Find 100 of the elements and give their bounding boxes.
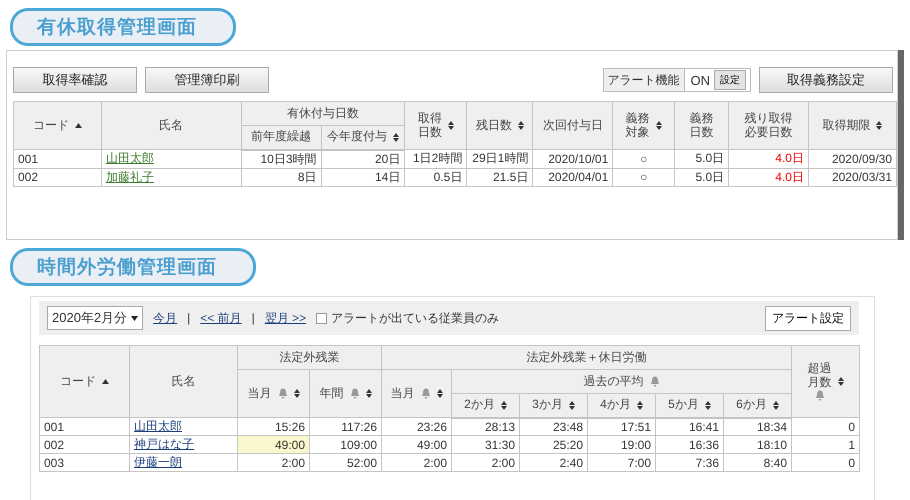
sort-icon[interactable] bbox=[656, 121, 662, 130]
table-cell: 001 bbox=[40, 418, 130, 436]
alert-label: アラート機能 bbox=[604, 69, 684, 91]
column-header[interactable]: 残日数 bbox=[466, 102, 533, 150]
column-header: 過去の平均 bbox=[452, 370, 792, 394]
column-header: 氏名 bbox=[101, 102, 242, 150]
employee-name-link[interactable]: 山田太郎 bbox=[106, 151, 154, 166]
table-cell: 109:00 bbox=[310, 436, 382, 454]
table-cell: 1 bbox=[792, 436, 860, 454]
column-header[interactable]: 年間 bbox=[310, 370, 382, 418]
table-cell: 49:00 bbox=[238, 436, 310, 454]
table-cell: 49:00 bbox=[382, 436, 452, 454]
table-cell: 2:00 bbox=[382, 454, 452, 472]
table-cell: 001 bbox=[14, 150, 102, 168]
column-header: 残り取得 必要日数 bbox=[728, 102, 808, 150]
table-cell: 18:10 bbox=[724, 436, 792, 454]
column-header[interactable]: コード bbox=[40, 346, 130, 418]
sort-icon[interactable] bbox=[636, 400, 643, 410]
column-header[interactable]: 超過 月数 bbox=[792, 346, 860, 418]
table-cell: 2020/04/01 bbox=[532, 168, 613, 186]
sort-icon[interactable] bbox=[876, 120, 882, 130]
table-cell: 31:30 bbox=[452, 436, 520, 454]
column-header[interactable]: 当月 bbox=[382, 370, 452, 418]
table-cell: 14日 bbox=[321, 168, 405, 186]
sort-ascending-icon[interactable] bbox=[102, 378, 109, 384]
table-cell: 2020/03/31 bbox=[808, 168, 896, 186]
table-cell: 4.0日 bbox=[728, 168, 808, 186]
checkbox-label: アラートが出ている従業員のみ bbox=[331, 310, 500, 326]
table-cell: 5.0日 bbox=[674, 150, 729, 168]
column-header[interactable]: 3か月 bbox=[520, 394, 588, 418]
column-header[interactable]: 4か月 bbox=[588, 394, 656, 418]
table-cell: 2:00 bbox=[452, 454, 520, 472]
table-cell: 2:00 bbox=[238, 454, 310, 472]
column-header[interactable]: 今年度付与 bbox=[321, 126, 405, 150]
action-button[interactable]: 取得率確認 bbox=[13, 67, 137, 93]
table-cell: 25:20 bbox=[520, 436, 588, 454]
action-button[interactable]: 取得義務設定 bbox=[759, 67, 893, 93]
column-header: 有休付与日数 bbox=[241, 102, 405, 126]
sort-icon[interactable] bbox=[772, 400, 779, 410]
column-header[interactable]: 2か月 bbox=[452, 394, 520, 418]
employee-name-link[interactable]: 山田太郎 bbox=[134, 419, 182, 433]
column-header[interactable]: 5か月 bbox=[656, 394, 724, 418]
table-cell: 0 bbox=[792, 454, 860, 472]
sort-icon[interactable] bbox=[568, 400, 575, 410]
table-cell: 21.5日 bbox=[466, 168, 533, 186]
table-cell: 52:00 bbox=[310, 454, 382, 472]
table-cell: 5.0日 bbox=[674, 168, 729, 186]
nav-link[interactable]: << 前月 bbox=[200, 310, 242, 326]
column-header: 次回付与日 bbox=[532, 102, 613, 150]
table-cell: 19:00 bbox=[588, 436, 656, 454]
table-cell: 117:26 bbox=[310, 418, 382, 436]
employee-name-link[interactable]: 神戸はな子 bbox=[134, 437, 194, 451]
table-cell: 003 bbox=[40, 454, 130, 472]
sort-icon[interactable] bbox=[436, 388, 442, 398]
column-header[interactable]: 義務 対象 bbox=[612, 102, 675, 150]
column-header: 法定外残業＋休日労働 bbox=[382, 346, 792, 370]
month-select[interactable]: 2020年2月分 bbox=[47, 306, 144, 330]
column-header[interactable]: 取得期限 bbox=[808, 102, 896, 150]
sort-icon[interactable] bbox=[448, 121, 454, 130]
table-cell: 1日2時間 bbox=[404, 150, 467, 168]
section-title: 時間外労働管理画面 bbox=[10, 248, 256, 286]
table-cell: 7:36 bbox=[656, 454, 724, 472]
sort-icon[interactable] bbox=[704, 400, 711, 410]
table-cell: ○ bbox=[612, 168, 675, 186]
table-cell: 0.5日 bbox=[404, 168, 467, 186]
column-header[interactable]: コード bbox=[14, 102, 102, 150]
table-cell: 002 bbox=[40, 436, 130, 454]
nav-link[interactable]: 翌月 >> bbox=[264, 310, 306, 326]
table-cell: 2020/09/30 bbox=[808, 150, 896, 168]
table-cell: 002 bbox=[14, 168, 102, 186]
alert-status: ON bbox=[690, 72, 711, 88]
column-header[interactable]: 取得 日数 bbox=[404, 102, 467, 150]
table-cell: 0 bbox=[792, 418, 860, 436]
sort-icon[interactable] bbox=[500, 400, 507, 410]
alert-settings-button[interactable]: アラート設定 bbox=[765, 306, 851, 330]
table-cell: 15:26 bbox=[238, 418, 310, 436]
sort-icon[interactable] bbox=[838, 377, 844, 386]
table-cell: 23:26 bbox=[382, 418, 452, 436]
separator-text: | bbox=[187, 311, 190, 325]
column-header[interactable]: 6か月 bbox=[724, 394, 792, 418]
action-button[interactable]: 管理簿印刷 bbox=[145, 67, 269, 93]
sort-ascending-icon[interactable] bbox=[74, 122, 82, 128]
column-header[interactable]: 当月 bbox=[238, 370, 310, 418]
employee-name-link[interactable]: 加藤礼子 bbox=[106, 170, 154, 184]
table-cell: 7:00 bbox=[588, 454, 656, 472]
caret-icon bbox=[131, 316, 138, 320]
nav-link[interactable]: 今月 bbox=[153, 310, 178, 326]
table-cell: 2:40 bbox=[520, 454, 588, 472]
table-cell: 29日1時間 bbox=[466, 150, 533, 168]
separator-text: | bbox=[252, 311, 255, 325]
column-header: 法定外残業 bbox=[238, 346, 382, 370]
table-cell: 8日 bbox=[241, 168, 322, 186]
sort-icon[interactable] bbox=[366, 388, 372, 398]
sort-icon[interactable] bbox=[392, 132, 399, 142]
checkbox[interactable] bbox=[316, 312, 328, 324]
sort-icon[interactable] bbox=[294, 388, 300, 398]
employee-name-link[interactable]: 伊藤一朗 bbox=[134, 455, 182, 469]
table-cell: 2020/10/01 bbox=[532, 150, 613, 168]
sort-icon[interactable] bbox=[518, 120, 524, 130]
settings-button[interactable]: 設定 bbox=[714, 70, 746, 90]
